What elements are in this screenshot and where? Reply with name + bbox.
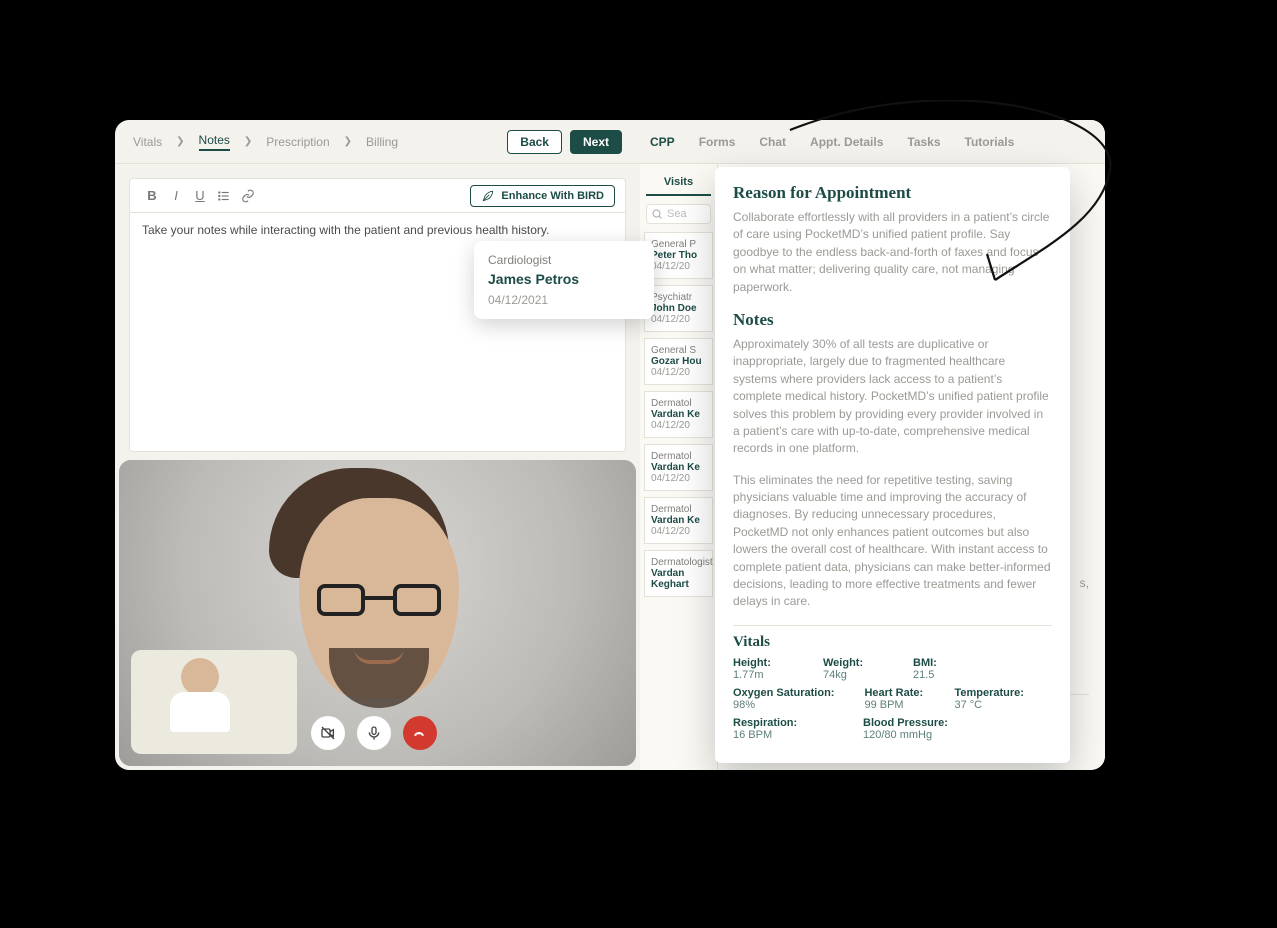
tab-tutorials[interactable]: Tutorials [959, 135, 1021, 149]
hover-name: James Petros [488, 271, 640, 287]
back-button[interactable]: Back [507, 130, 562, 154]
mic-toggle-button[interactable] [357, 716, 391, 750]
visits-search[interactable]: Sea [646, 204, 711, 224]
enhance-label: Enhance With BIRD [501, 190, 604, 202]
underline-icon[interactable]: U [188, 184, 212, 208]
chevron-icon: ❯ [344, 136, 352, 147]
video-self-view [131, 650, 297, 754]
bold-icon[interactable]: B [140, 184, 164, 208]
editor-toolbar: B I U Enhance With BIRD [130, 179, 625, 213]
enhance-button[interactable]: Enhance With BIRD [470, 185, 615, 207]
visit-card[interactable]: PsychiatrJohn Doe04/12/20 [644, 285, 713, 332]
visit-card[interactable]: DermatolVardan Ke04/12/20 [644, 391, 713, 438]
overlay-reason-text: Collaborate effortlessly with all provid… [733, 209, 1052, 296]
mic-icon [366, 725, 382, 741]
crumb-vitals[interactable]: Vitals [133, 135, 162, 149]
link-icon[interactable] [236, 184, 260, 208]
video-call [119, 460, 636, 766]
overlay-notes-text-1: Approximately 30% of all tests are dupli… [733, 336, 1052, 458]
feather-icon [481, 189, 495, 203]
right-tabs: CPP Forms Chat Appt. Details Tasks Tutor… [640, 120, 1105, 164]
crumb-prescription[interactable]: Prescription [266, 135, 329, 149]
crumb-notes[interactable]: Notes [199, 133, 230, 151]
hover-role: Cardiologist [488, 253, 640, 267]
breadcrumb-bar: Vitals ❯ Notes ❯ Prescription ❯ Billing … [115, 120, 640, 164]
subtab-visits[interactable]: Visits [646, 170, 711, 196]
visit-card[interactable]: DermatologistVardan Keghart [644, 550, 713, 597]
phone-icon [412, 725, 428, 741]
tab-chat[interactable]: Chat [753, 135, 792, 149]
italic-icon[interactable]: I [164, 184, 188, 208]
camera-toggle-button[interactable] [311, 716, 345, 750]
tab-tasks[interactable]: Tasks [901, 135, 946, 149]
tab-cpp[interactable]: CPP [644, 135, 681, 149]
visit-card[interactable]: DermatolVardan Ke04/12/20 [644, 497, 713, 544]
search-icon [651, 208, 663, 220]
overlay-notes-text-2: This eliminates the need for repetitive … [733, 472, 1052, 611]
overlay-heading-notes: Notes [733, 310, 1052, 330]
hover-date: 04/12/2021 [488, 293, 640, 307]
provider-hover-card: Cardiologist James Petros 04/12/2021 [474, 241, 654, 319]
visit-card[interactable]: DermatolVardan Ke04/12/20 [644, 444, 713, 491]
chevron-icon: ❯ [176, 136, 184, 147]
left-column: Vitals ❯ Notes ❯ Prescription ❯ Billing … [115, 120, 640, 770]
crumb-billing[interactable]: Billing [366, 135, 398, 149]
end-call-button[interactable] [403, 716, 437, 750]
next-button[interactable]: Next [570, 130, 622, 154]
list-icon[interactable] [212, 184, 236, 208]
search-placeholder: Sea [667, 208, 687, 220]
video-controls [311, 716, 437, 750]
visit-card[interactable]: General PPeter Tho04/12/20 [644, 232, 713, 279]
info-overlay-panel: Reason for Appointment Collaborate effor… [715, 167, 1070, 763]
overlay-heading-vitals: Vitals [733, 634, 1052, 651]
bg-text-fragment: s, [1080, 574, 1089, 592]
overlay-heading-reason: Reason for Appointment [733, 183, 1052, 203]
camera-off-icon [320, 725, 336, 741]
chevron-icon: ❯ [244, 136, 252, 147]
tab-forms[interactable]: Forms [693, 135, 742, 149]
visit-card[interactable]: General SGozar Hou04/12/20 [644, 338, 713, 385]
tab-appt-details[interactable]: Appt. Details [804, 135, 889, 149]
overlay-vitals: Vitals Height:1.77m Weight:74kg BMI:21.5… [733, 625, 1052, 741]
